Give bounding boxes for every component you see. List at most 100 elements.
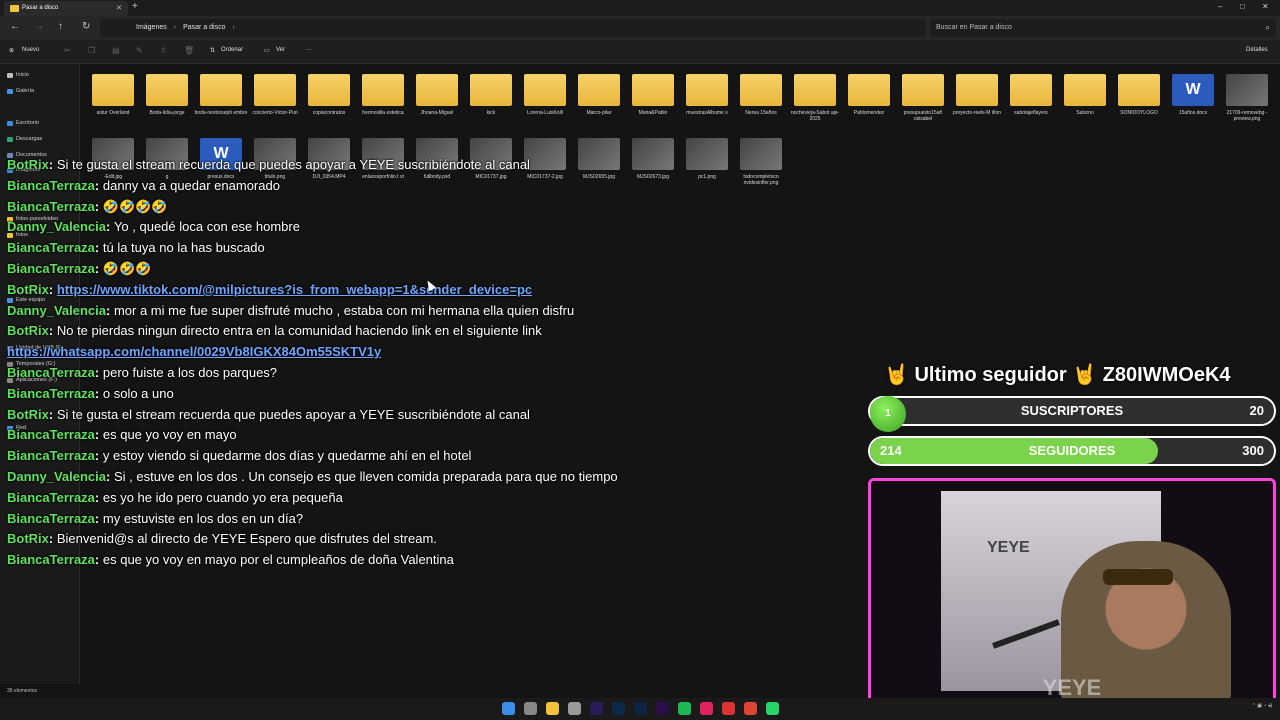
more-button[interactable]: ··· xyxy=(306,47,312,53)
chat-link[interactable]: https://www.tiktok.com/@milpictures?is_f… xyxy=(57,282,532,297)
photoshop-icon[interactable] xyxy=(634,702,647,715)
folder-item[interactable]: copiacontratos xyxy=(302,74,356,116)
file-name: Saturno xyxy=(1076,110,1094,116)
chat-username: Danny_Valencia xyxy=(7,468,106,484)
folder-item[interactable]: nocheviejа-Sabot aje-2025 xyxy=(788,74,842,122)
chat-username: BiancaTerraza xyxy=(7,240,95,256)
chat-link[interactable]: https://whatsapp.com/channel/0029Vb8IGKX… xyxy=(7,344,381,359)
file-name: Boda-lidia-jorge xyxy=(149,110,185,116)
app-red-icon[interactable] xyxy=(722,702,735,715)
folder-item[interactable]: Maria&Pablo xyxy=(626,74,680,116)
file-name: Maria&Pablo xyxy=(638,110,668,116)
folder-item[interactable]: Saturno xyxy=(1058,74,1112,116)
item-count: 35 elementos xyxy=(7,688,38,694)
subscribers-current: 1 xyxy=(870,396,906,432)
folder-item[interactable]: muestrasAlbume s xyxy=(680,74,734,116)
file-item[interactable]: pc1.png xyxy=(680,138,734,180)
file-name: todocompletoco nvidesinfler.png xyxy=(743,174,779,186)
share-icon[interactable]: ⇪ xyxy=(160,46,167,55)
chat-text: tú la tuya no la has buscado xyxy=(102,240,265,256)
breadcrumb[interactable]: Imágenes › Pasar a disco › xyxy=(100,19,926,37)
system-tray[interactable]: ⌃ ▣ ◔ ◂) xyxy=(1252,703,1272,709)
gallery-icon xyxy=(7,89,13,94)
subscribers-goal-bar: SUSCRIPTORES 20 xyxy=(868,396,1276,426)
chat-username: BotRix xyxy=(7,323,49,339)
folder-icon xyxy=(902,74,944,106)
folder-item[interactable]: Pablomendez xyxy=(842,74,896,116)
chat-username: BiancaTerraza xyxy=(7,448,95,464)
view-button[interactable]: Ver xyxy=(276,47,285,53)
chat-text: Yo , quedé loca con ese hombre xyxy=(113,219,300,235)
folder-item[interactable]: sabotajeflayers xyxy=(1004,74,1058,116)
folder-item[interactable]: proyecto-reels-M ilton xyxy=(950,74,1004,116)
premiere-icon[interactable] xyxy=(656,702,669,715)
file-name: concierto-Victor-Puri xyxy=(252,110,298,116)
file-item[interactable]: W 15años.docx xyxy=(1166,74,1220,116)
folder-item[interactable]: presupuesto15añ osisabel xyxy=(896,74,950,122)
folder-item[interactable]: SONIDOYLOGO xyxy=(1112,74,1166,116)
up-icon[interactable]: ↑ xyxy=(58,21,63,32)
folder-item[interactable]: Lorena-LuisKolli xyxy=(518,74,572,116)
file-item[interactable]: todocompletoco nvidesinfler.png xyxy=(734,138,788,186)
folder-icon xyxy=(578,74,620,106)
crumb-imagenes[interactable]: Imágenes xyxy=(136,24,167,31)
lightroom-icon[interactable] xyxy=(612,702,625,715)
taskbar: ⌃ ▣ ◔ ◂) xyxy=(0,698,1280,720)
tab-close-icon[interactable]: ✕ xyxy=(116,1,122,16)
new-tab-button[interactable]: + xyxy=(132,1,138,12)
tiktok-icon[interactable] xyxy=(700,702,713,715)
folder-icon xyxy=(254,74,296,106)
details-button[interactable]: Detalles xyxy=(1246,47,1268,53)
maximize-button[interactable]: □ xyxy=(1240,2,1245,11)
after-effects-icon[interactable] xyxy=(590,702,603,715)
file-name: Marco-pilar xyxy=(586,110,612,116)
delete-icon[interactable]: 🗑 xyxy=(184,46,194,55)
refresh-icon[interactable]: ↻ xyxy=(82,21,90,32)
copy-icon[interactable]: ❐ xyxy=(88,46,95,55)
folder-item[interactable]: boda-nestorsepti embre xyxy=(194,74,248,116)
chrome-icon[interactable] xyxy=(568,702,581,715)
chrome2-icon[interactable] xyxy=(744,702,757,715)
file-name: kick xyxy=(486,110,496,116)
search-icon[interactable] xyxy=(524,702,537,715)
file-explorer-icon[interactable] xyxy=(546,702,559,715)
chat-username: BiancaTerraza xyxy=(7,260,95,276)
file-item[interactable]: 21709-removebg -preview.png xyxy=(1220,74,1274,122)
minimize-button[interactable]: – xyxy=(1218,2,1222,11)
chat-text: 🤣🤣🤣 xyxy=(102,260,152,276)
whatsapp-icon[interactable] xyxy=(766,702,779,715)
back-icon[interactable]: ← xyxy=(10,21,20,32)
chat-username: Danny_Valencia xyxy=(7,302,106,318)
folder-item[interactable]: hermosilla estetica xyxy=(356,74,410,116)
start-icon[interactable] xyxy=(502,702,515,715)
folder-item[interactable]: Jhoana-Miguel xyxy=(410,74,464,116)
new-button[interactable]: Nuevo xyxy=(22,47,39,53)
cut-icon[interactable]: ✂ xyxy=(64,46,71,55)
spotify-icon[interactable] xyxy=(678,702,691,715)
chat-message: BotRix: Bienvenid@s al directo de YEYE E… xyxy=(7,531,437,547)
chat-message: BiancaTerraza: my estuviste en los dos e… xyxy=(7,510,304,526)
file-name: presupuesto15añ osisabel xyxy=(903,110,943,122)
folder-item[interactable]: Nerea 15años xyxy=(734,74,788,116)
folder-item[interactable]: concierto-Victor-Puri xyxy=(248,74,302,116)
forward-icon[interactable]: → xyxy=(34,21,44,32)
folder-item[interactable]: Marco-pilar xyxy=(572,74,626,116)
folder-item[interactable]: kick xyxy=(464,74,518,116)
rename-icon[interactable]: ✎ xyxy=(136,46,143,55)
chat-username: BotRix xyxy=(7,531,49,547)
chat-text: Bienvenid@s al directo de YEYE Espero qu… xyxy=(56,531,437,547)
chat-text: danny va a quedar enamorado xyxy=(102,177,280,193)
folder-item[interactable]: Boda-lidia-jorge xyxy=(140,74,194,116)
tab-pasar-a-disco[interactable]: Pasar a disco ✕ xyxy=(4,1,128,16)
folder-item[interactable]: astur Overland xyxy=(86,74,140,116)
paste-icon[interactable]: ▤ xyxy=(112,46,120,55)
chat-text: es yo he ido pero cuando yo era pequeña xyxy=(102,489,343,505)
close-button[interactable]: ✕ xyxy=(1262,2,1269,11)
sort-button[interactable]: Ordenar xyxy=(221,47,243,53)
file-name: pc1.png xyxy=(698,174,716,180)
chat-text: y estoy viendo si quedarme dos días y qu… xyxy=(102,448,472,464)
search-input[interactable]: Buscar en Pasar a disco ⌕ xyxy=(930,19,1276,37)
crumb-pasar-a-disco[interactable]: Pasar a disco xyxy=(183,24,225,31)
last-follower-banner: 🤘 Ultimo seguidor 🤘 Z80IWMOeK4 xyxy=(884,364,1231,386)
chat-message: BotRix: Si te gusta el stream recuerda q… xyxy=(7,406,530,422)
